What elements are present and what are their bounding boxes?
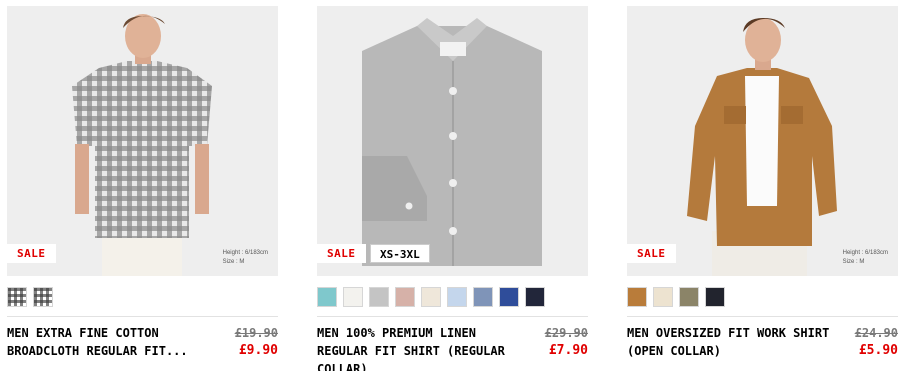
model-height: Height : 6/183cm xyxy=(222,250,268,256)
original-price: £24.90 xyxy=(854,326,898,340)
color-swatch[interactable] xyxy=(369,287,389,307)
sale-price: £7.90 xyxy=(548,343,588,358)
color-swatch[interactable] xyxy=(7,287,27,307)
sale-badge: SALE xyxy=(627,244,676,263)
color-swatch[interactable] xyxy=(395,287,415,307)
divider xyxy=(627,316,898,317)
size-range-badge: XS-3XL xyxy=(370,244,430,263)
model-size: Size : M xyxy=(842,259,865,265)
product-card[interactable]: SALE Height : 6/183cm Size : M MEN OVERS… xyxy=(627,6,898,366)
product-name[interactable]: MEN EXTRA FINE COTTON BROADCLOTH REGULAR… xyxy=(7,324,212,360)
product-card[interactable]: SALE XS-3XL MEN 100% PREMIUM LINEN REGUL… xyxy=(317,6,588,371)
original-price: £19.90 xyxy=(234,326,278,340)
color-swatch[interactable] xyxy=(421,287,441,307)
product-image[interactable]: SALE Height : 6/183cm Size : M xyxy=(627,6,898,276)
original-price: £29.90 xyxy=(544,326,588,340)
color-swatch[interactable] xyxy=(447,287,467,307)
product-image[interactable]: SALE XS-3XL xyxy=(317,6,588,276)
divider xyxy=(317,316,588,317)
sale-price: £9.90 xyxy=(238,343,278,358)
color-swatch[interactable] xyxy=(627,287,647,307)
color-swatch[interactable] xyxy=(679,287,699,307)
model-size: Size : M xyxy=(222,259,245,265)
color-swatch[interactable] xyxy=(525,287,545,307)
sale-badge: SALE xyxy=(7,244,56,263)
model-info: Height : 6/183cm Size : M xyxy=(843,249,888,267)
model-height: Height : 6/183cm xyxy=(842,250,888,256)
color-swatch[interactable] xyxy=(317,287,337,307)
color-swatches xyxy=(627,287,725,307)
sale-badge: SALE xyxy=(317,244,366,263)
divider xyxy=(7,316,278,317)
color-swatch[interactable] xyxy=(653,287,673,307)
color-swatch[interactable] xyxy=(473,287,493,307)
sale-price: £5.90 xyxy=(858,343,898,358)
color-swatch[interactable] xyxy=(33,287,53,307)
color-swatch[interactable] xyxy=(343,287,363,307)
color-swatch[interactable] xyxy=(705,287,725,307)
color-swatches xyxy=(317,287,545,307)
product-name[interactable]: MEN OVERSIZED FIT WORK SHIRT (OPEN COLLA… xyxy=(627,324,832,360)
product-image[interactable]: SALE Height : 6/183cm Size : M xyxy=(7,6,278,276)
color-swatches xyxy=(7,287,53,307)
product-name[interactable]: MEN 100% PREMIUM LINEN REGULAR FIT SHIRT… xyxy=(317,324,522,371)
model-info: Height : 6/183cm Size : M xyxy=(223,249,268,267)
product-card[interactable]: SALE Height : 6/183cm Size : M MEN EXTRA… xyxy=(7,6,278,366)
color-swatch[interactable] xyxy=(499,287,519,307)
